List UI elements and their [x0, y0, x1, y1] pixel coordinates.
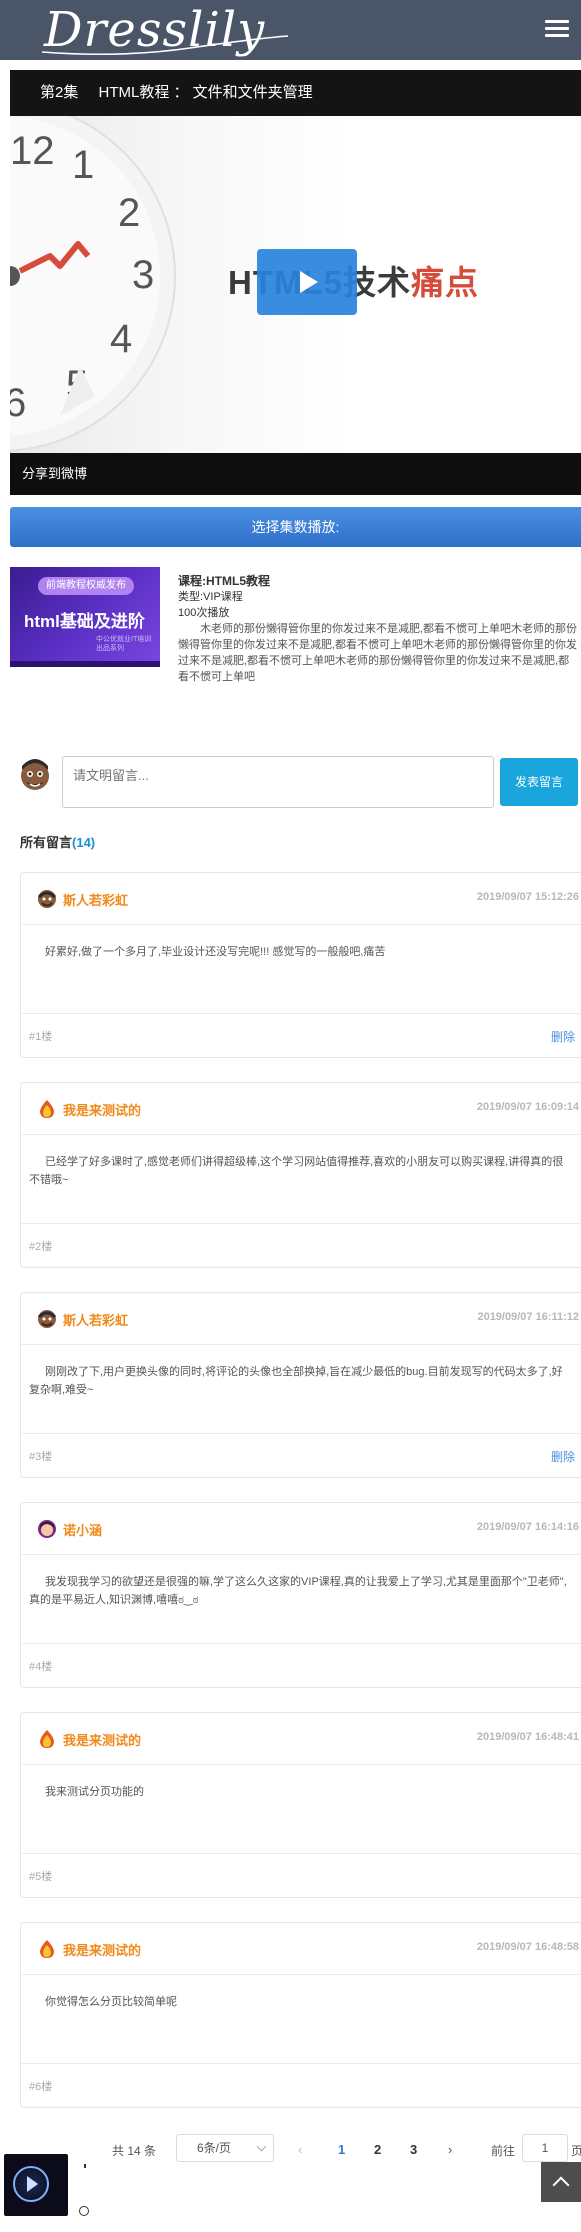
delete-comment-button[interactable]: 删除 — [551, 1028, 575, 1045]
fire-avatar-icon — [40, 1100, 54, 1118]
comment-floor: #5楼 — [29, 1871, 53, 1883]
clock-number: 12 — [10, 129, 55, 173]
mini-player[interactable] — [4, 2154, 68, 2216]
comment-text: 刚刚改了下,用户更换头像的同时,将评论的头像也全部换掉,旨在减少最低的bug.目… — [29, 1366, 563, 1396]
girl-avatar-icon — [38, 1520, 56, 1538]
hamburger-menu-icon[interactable] — [545, 20, 569, 40]
page-number[interactable]: 2 — [374, 2142, 381, 2157]
thumbnail-tag: 前端教程权威发布 — [38, 577, 134, 595]
comment-username[interactable]: 斯人若彩虹 — [63, 1310, 128, 1329]
video-title: HTML教程 ： 文件和文件夹管理 — [98, 84, 313, 101]
goto-page-input[interactable]: 1 — [522, 2134, 568, 2162]
chevron-down-icon — [256, 2141, 267, 2152]
page-suffix: 页 — [571, 2144, 581, 2158]
next-page-icon[interactable]: › — [448, 2142, 452, 2157]
select-episode-button[interactable]: 选择集数播放: — [10, 507, 581, 547]
delete-comment-button[interactable]: 删除 — [551, 1448, 575, 1465]
course-type: 类型:VIP课程 — [178, 591, 243, 603]
clock-number: 3 — [132, 253, 154, 297]
mini-player-side — [68, 2154, 98, 2224]
prev-page-icon[interactable]: ‹ — [298, 2142, 302, 2157]
comment-timestamp: 2019/09/07 15:12:26 — [476, 891, 579, 903]
course-info: 课程:HTML5教程 类型:VIP课程 100次播放 木老师的那份懒得管你里的你… — [178, 573, 578, 685]
video-title-bar: 第2集 HTML教程 ： 文件和文件夹管理 — [10, 70, 581, 116]
comment-timestamp: 2019/09/07 16:09:14 — [476, 1101, 579, 1113]
fire-avatar-icon — [40, 1730, 54, 1748]
course-thumbnail[interactable]: 前端教程权威发布 html基础及进阶 中公优就业IT培训 出品系列 — [10, 567, 160, 667]
comment-input[interactable] — [62, 756, 494, 808]
clock-number: 6 — [10, 381, 26, 425]
course-plays: 100次播放 — [178, 607, 230, 619]
thumbnail-title: html基础及进阶 — [24, 612, 145, 631]
comment-username[interactable]: 我是来测试的 — [63, 1730, 141, 1749]
play-button[interactable] — [257, 249, 357, 315]
comment-card: 我是来测试的 2019/09/07 16:48:58 你觉得怎么分页比较简单呢 … — [20, 1922, 581, 2108]
page-size-select[interactable]: 6条/页 — [176, 2134, 274, 2162]
comment-timestamp: 2019/09/07 16:48:58 — [476, 1941, 579, 1953]
course-description: 木老师的那份懒得管你里的你发过来不是减肥,都看不惯可上单吧木老师的那份懒得管你里… — [178, 623, 578, 683]
current-user-avatar — [21, 759, 49, 790]
comment-text: 你觉得怎么分页比较简单呢 — [45, 1996, 177, 2008]
clock-number: 2 — [118, 191, 140, 235]
comment-text: 已经学了好多课时了,感觉老师们讲得超级棒,这个学习网站值得推荐,喜欢的小朋友可以… — [29, 1156, 564, 1186]
bearded-avatar-icon — [37, 890, 57, 908]
submit-comment-button[interactable]: 发表留言 — [500, 758, 578, 806]
comment-card: 诺小涵 2019/09/07 16:14:16 我发现我学习的欲望还是很强的嘛,… — [20, 1502, 581, 1688]
pagination-total: 共 14 条 — [112, 2144, 157, 2158]
comments-header: 所有留言(14) — [20, 835, 96, 850]
video-player[interactable]: 第2集 HTML教程 ： 文件和文件夹管理 12 1 2 3 4 5 6 HTM… — [10, 70, 581, 495]
page-number[interactable]: 3 — [410, 2142, 417, 2157]
comment-username[interactable]: 我是来测试的 — [63, 1100, 141, 1119]
top-header: Dresslily — [0, 0, 581, 60]
comment-username[interactable]: 诺小涵 — [63, 1520, 102, 1539]
clock-illustration: 12 1 2 3 4 5 6 — [10, 116, 176, 452]
comment-floor: #6楼 — [29, 2081, 53, 2093]
fire-avatar-icon — [40, 1940, 54, 1958]
logo-swash-decoration — [41, 35, 289, 56]
bearded-avatar-icon — [37, 1310, 57, 1328]
comment-timestamp: 2019/09/07 16:14:16 — [476, 1521, 579, 1533]
comment-card: 我是来测试的 2019/09/07 16:48:41 我来测试分页功能的 #5楼 — [20, 1712, 581, 1898]
comment-text: 好累好,做了一个多月了,毕业设计还没写完呢!!! 感觉写的一般般吧,痛苦 — [45, 946, 386, 958]
comment-timestamp: 2019/09/07 16:48:41 — [476, 1731, 579, 1743]
course-name: 课程:HTML5教程 — [178, 574, 270, 588]
comment-username[interactable]: 斯人若彩虹 — [63, 890, 128, 909]
clock-number: 1 — [72, 143, 94, 187]
comment-card: 我是来测试的 2019/09/07 16:09:14 已经学了好多课时了,感觉老… — [20, 1082, 581, 1268]
comment-text: 我来测试分页功能的 — [45, 1786, 144, 1798]
comment-username[interactable]: 我是来测试的 — [63, 1940, 141, 1959]
page-number[interactable]: 1 — [338, 2142, 345, 2157]
goto-label: 前往 — [491, 2144, 516, 2158]
circle-icon[interactable] — [79, 2206, 89, 2216]
comment-floor: #3楼 — [29, 1451, 53, 1463]
comment-timestamp: 2019/09/07 16:11:12 — [477, 1311, 579, 1323]
clock-number: 4 — [110, 317, 132, 361]
comment-text: 我发现我学习的欲望还是很强的嘛,学了这么久这家的VIP课程,真的让我爱上了学习,… — [29, 1576, 567, 1606]
comments-count: (14) — [72, 835, 96, 850]
episode-label: 第2集 — [40, 84, 79, 101]
comment-floor: #2楼 — [29, 1241, 53, 1253]
share-weibo-link[interactable]: 分享到微博 — [10, 453, 581, 495]
thumbnail-subtext: 中公优就业IT培训 出品系列 — [96, 636, 152, 652]
back-to-top-button[interactable] — [541, 2162, 581, 2202]
video-poster[interactable]: 12 1 2 3 4 5 6 HTML5技术痛点 — [10, 116, 581, 453]
comment-floor: #1楼 — [29, 1031, 53, 1043]
comment-card: 斯人若彩虹 2019/09/07 16:11:12 刚刚改了下,用户更换头像的同… — [20, 1292, 581, 1478]
comment-floor: #4楼 — [29, 1661, 53, 1673]
mini-play-icon[interactable] — [27, 2176, 38, 2192]
comment-card: 斯人若彩虹 2019/09/07 15:12:26 好累好,做了一个多月了,毕业… — [20, 872, 581, 1058]
